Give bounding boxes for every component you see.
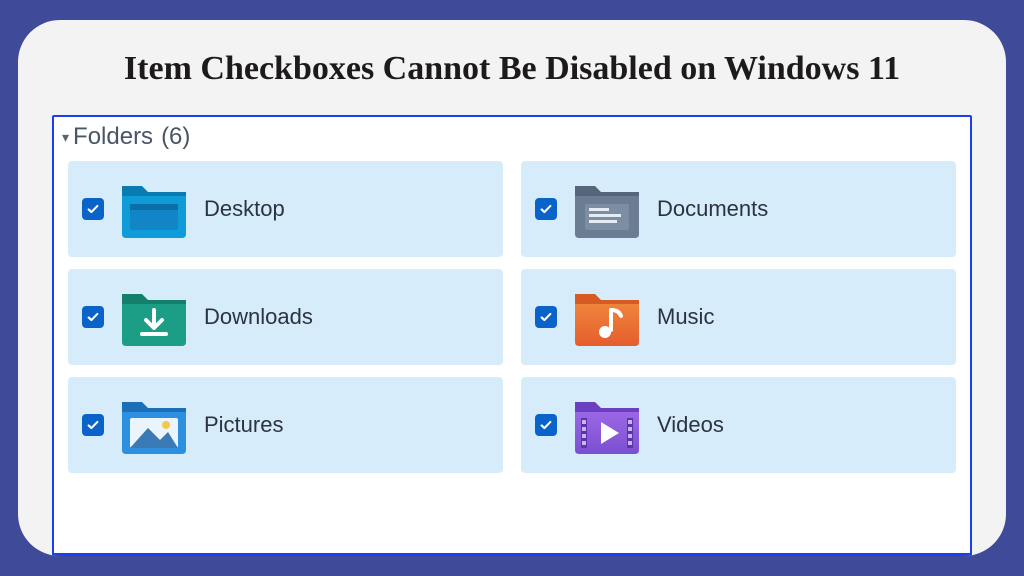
checkbox-desktop[interactable]	[82, 198, 104, 220]
article-card: Item Checkboxes Cannot Be Disabled on Wi…	[18, 20, 1006, 556]
check-icon	[539, 202, 553, 216]
file-explorer-screenshot: ▾ Folders (6) Desktop	[52, 115, 972, 557]
group-count: (6)	[161, 123, 190, 151]
checkbox-downloads[interactable]	[82, 306, 104, 328]
check-icon	[86, 310, 100, 324]
downloads-folder-icon	[118, 286, 190, 348]
check-icon	[539, 310, 553, 324]
videos-folder-icon	[571, 394, 643, 456]
folder-label: Videos	[657, 412, 724, 438]
title-area: Item Checkboxes Cannot Be Disabled on Wi…	[18, 20, 1006, 115]
folders-group-header[interactable]: ▾ Folders (6)	[54, 117, 970, 155]
desktop-folder-icon	[118, 178, 190, 240]
folder-label: Pictures	[204, 412, 283, 438]
checkbox-documents[interactable]	[535, 198, 557, 220]
checkbox-music[interactable]	[535, 306, 557, 328]
folder-item-music[interactable]: Music	[521, 269, 956, 365]
folder-label: Music	[657, 304, 714, 330]
group-label: Folders	[73, 123, 153, 151]
folder-label: Desktop	[204, 196, 285, 222]
folder-item-videos[interactable]: Videos	[521, 377, 956, 473]
check-icon	[86, 418, 100, 432]
checkbox-pictures[interactable]	[82, 414, 104, 436]
page-title: Item Checkboxes Cannot Be Disabled on Wi…	[58, 48, 966, 91]
documents-folder-icon	[571, 178, 643, 240]
music-folder-icon	[571, 286, 643, 348]
folder-label: Downloads	[204, 304, 313, 330]
folder-item-documents[interactable]: Documents	[521, 161, 956, 257]
folder-item-pictures[interactable]: Pictures	[68, 377, 503, 473]
folder-label: Documents	[657, 196, 768, 222]
check-icon	[539, 418, 553, 432]
check-icon	[86, 202, 100, 216]
folder-item-desktop[interactable]: Desktop	[68, 161, 503, 257]
chevron-down-icon: ▾	[62, 129, 69, 146]
checkbox-videos[interactable]	[535, 414, 557, 436]
folder-item-downloads[interactable]: Downloads	[68, 269, 503, 365]
folders-grid: Desktop Documents	[54, 155, 970, 487]
pictures-folder-icon	[118, 394, 190, 456]
